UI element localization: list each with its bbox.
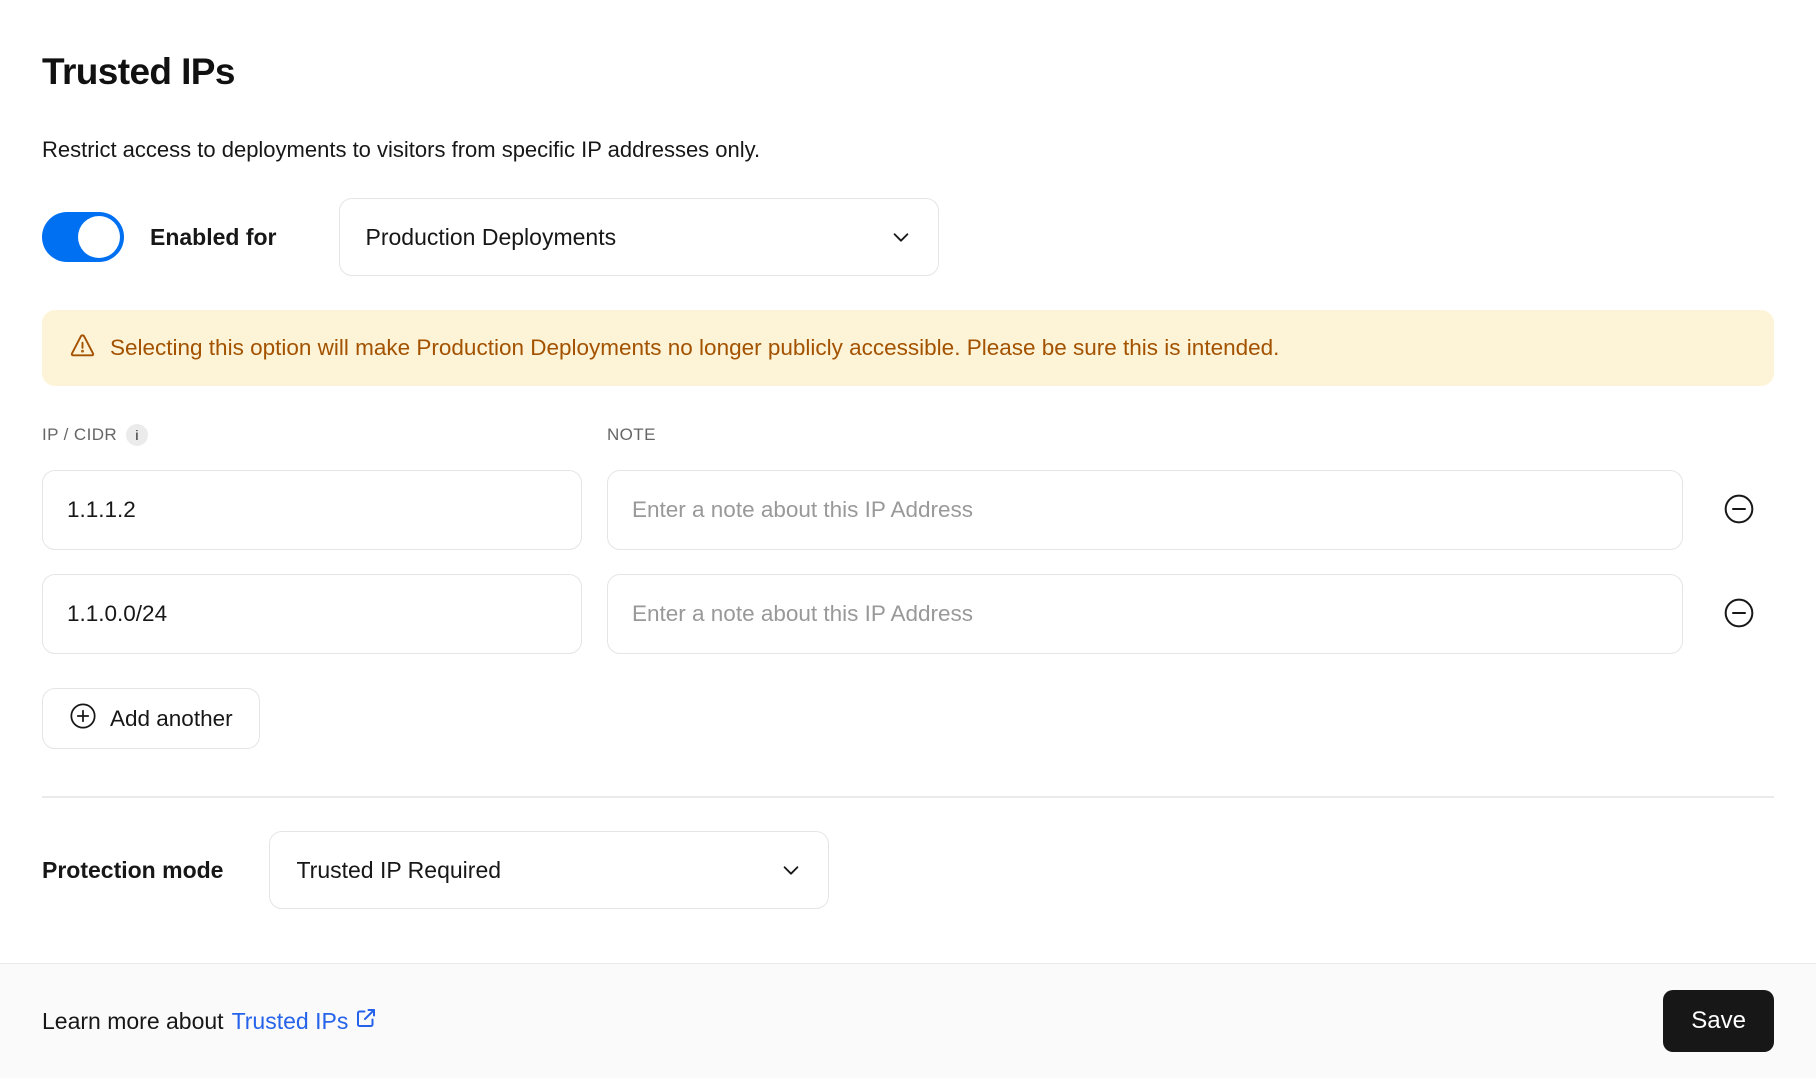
save-button[interactable]: Save <box>1663 990 1774 1052</box>
section-divider <box>42 796 1774 798</box>
remove-ip-button-1[interactable] <box>1721 492 1757 528</box>
page-description: Restrict access to deployments to visito… <box>42 137 761 162</box>
table-column-headers: IP / CIDR i NOTE <box>42 424 1774 446</box>
trusted-ips-link[interactable]: Trusted IPs <box>232 1006 379 1036</box>
protection-mode-select[interactable]: Trusted IP Required <box>269 831 830 909</box>
enabled-for-row: Enabled for Production Deployments <box>42 197 1774 277</box>
learn-more-text: Learn more about Trusted IPs <box>42 1006 378 1036</box>
ip-cidr-header: IP / CIDR <box>42 425 118 444</box>
learn-more-prefix: Learn more about <box>42 1007 224 1034</box>
protection-mode-value: Trusted IP Required <box>296 856 502 883</box>
warning-banner: Selecting this option will make Producti… <box>42 310 1774 386</box>
chevron-down-icon <box>780 859 802 881</box>
plus-circle-icon <box>69 702 97 736</box>
deployment-target-select[interactable]: Production Deployments <box>338 198 939 276</box>
page-title: Trusted IPs <box>42 51 235 92</box>
note-header: NOTE <box>607 425 656 444</box>
external-link-icon <box>354 1006 378 1036</box>
chevron-down-icon <box>890 226 912 248</box>
protection-mode-row: Protection mode Trusted IP Required <box>42 831 1774 909</box>
action-bar: Learn more about Trusted IPs Save <box>0 963 1816 1078</box>
toggle-knob <box>78 216 120 258</box>
info-icon[interactable]: i <box>126 424 149 446</box>
trusted-ips-link-label: Trusted IPs <box>231 1007 349 1034</box>
minus-circle-icon <box>1723 597 1755 632</box>
ip-cidr-input-1[interactable] <box>42 470 582 550</box>
trusted-ips-panel: Trusted IPs Restrict access to deploymen… <box>0 0 1816 909</box>
ip-row-2 <box>42 574 1774 654</box>
protection-mode-label: Protection mode <box>42 856 224 883</box>
warning-triangle-icon <box>69 332 96 365</box>
add-another-button[interactable]: Add another <box>42 688 260 749</box>
add-another-label: Add another <box>110 705 233 731</box>
warning-text: Selecting this option will make Producti… <box>110 335 1280 360</box>
enabled-for-label: Enabled for <box>150 223 277 250</box>
remove-ip-button-2[interactable] <box>1721 596 1757 632</box>
note-input-1[interactable] <box>607 470 1683 550</box>
deployment-target-value: Production Deployments <box>365 223 617 250</box>
minus-circle-icon <box>1723 493 1755 528</box>
ip-cidr-input-2[interactable] <box>42 574 582 654</box>
ip-row-1 <box>42 470 1774 550</box>
trusted-ips-toggle[interactable] <box>42 212 124 262</box>
note-input-2[interactable] <box>607 574 1683 654</box>
